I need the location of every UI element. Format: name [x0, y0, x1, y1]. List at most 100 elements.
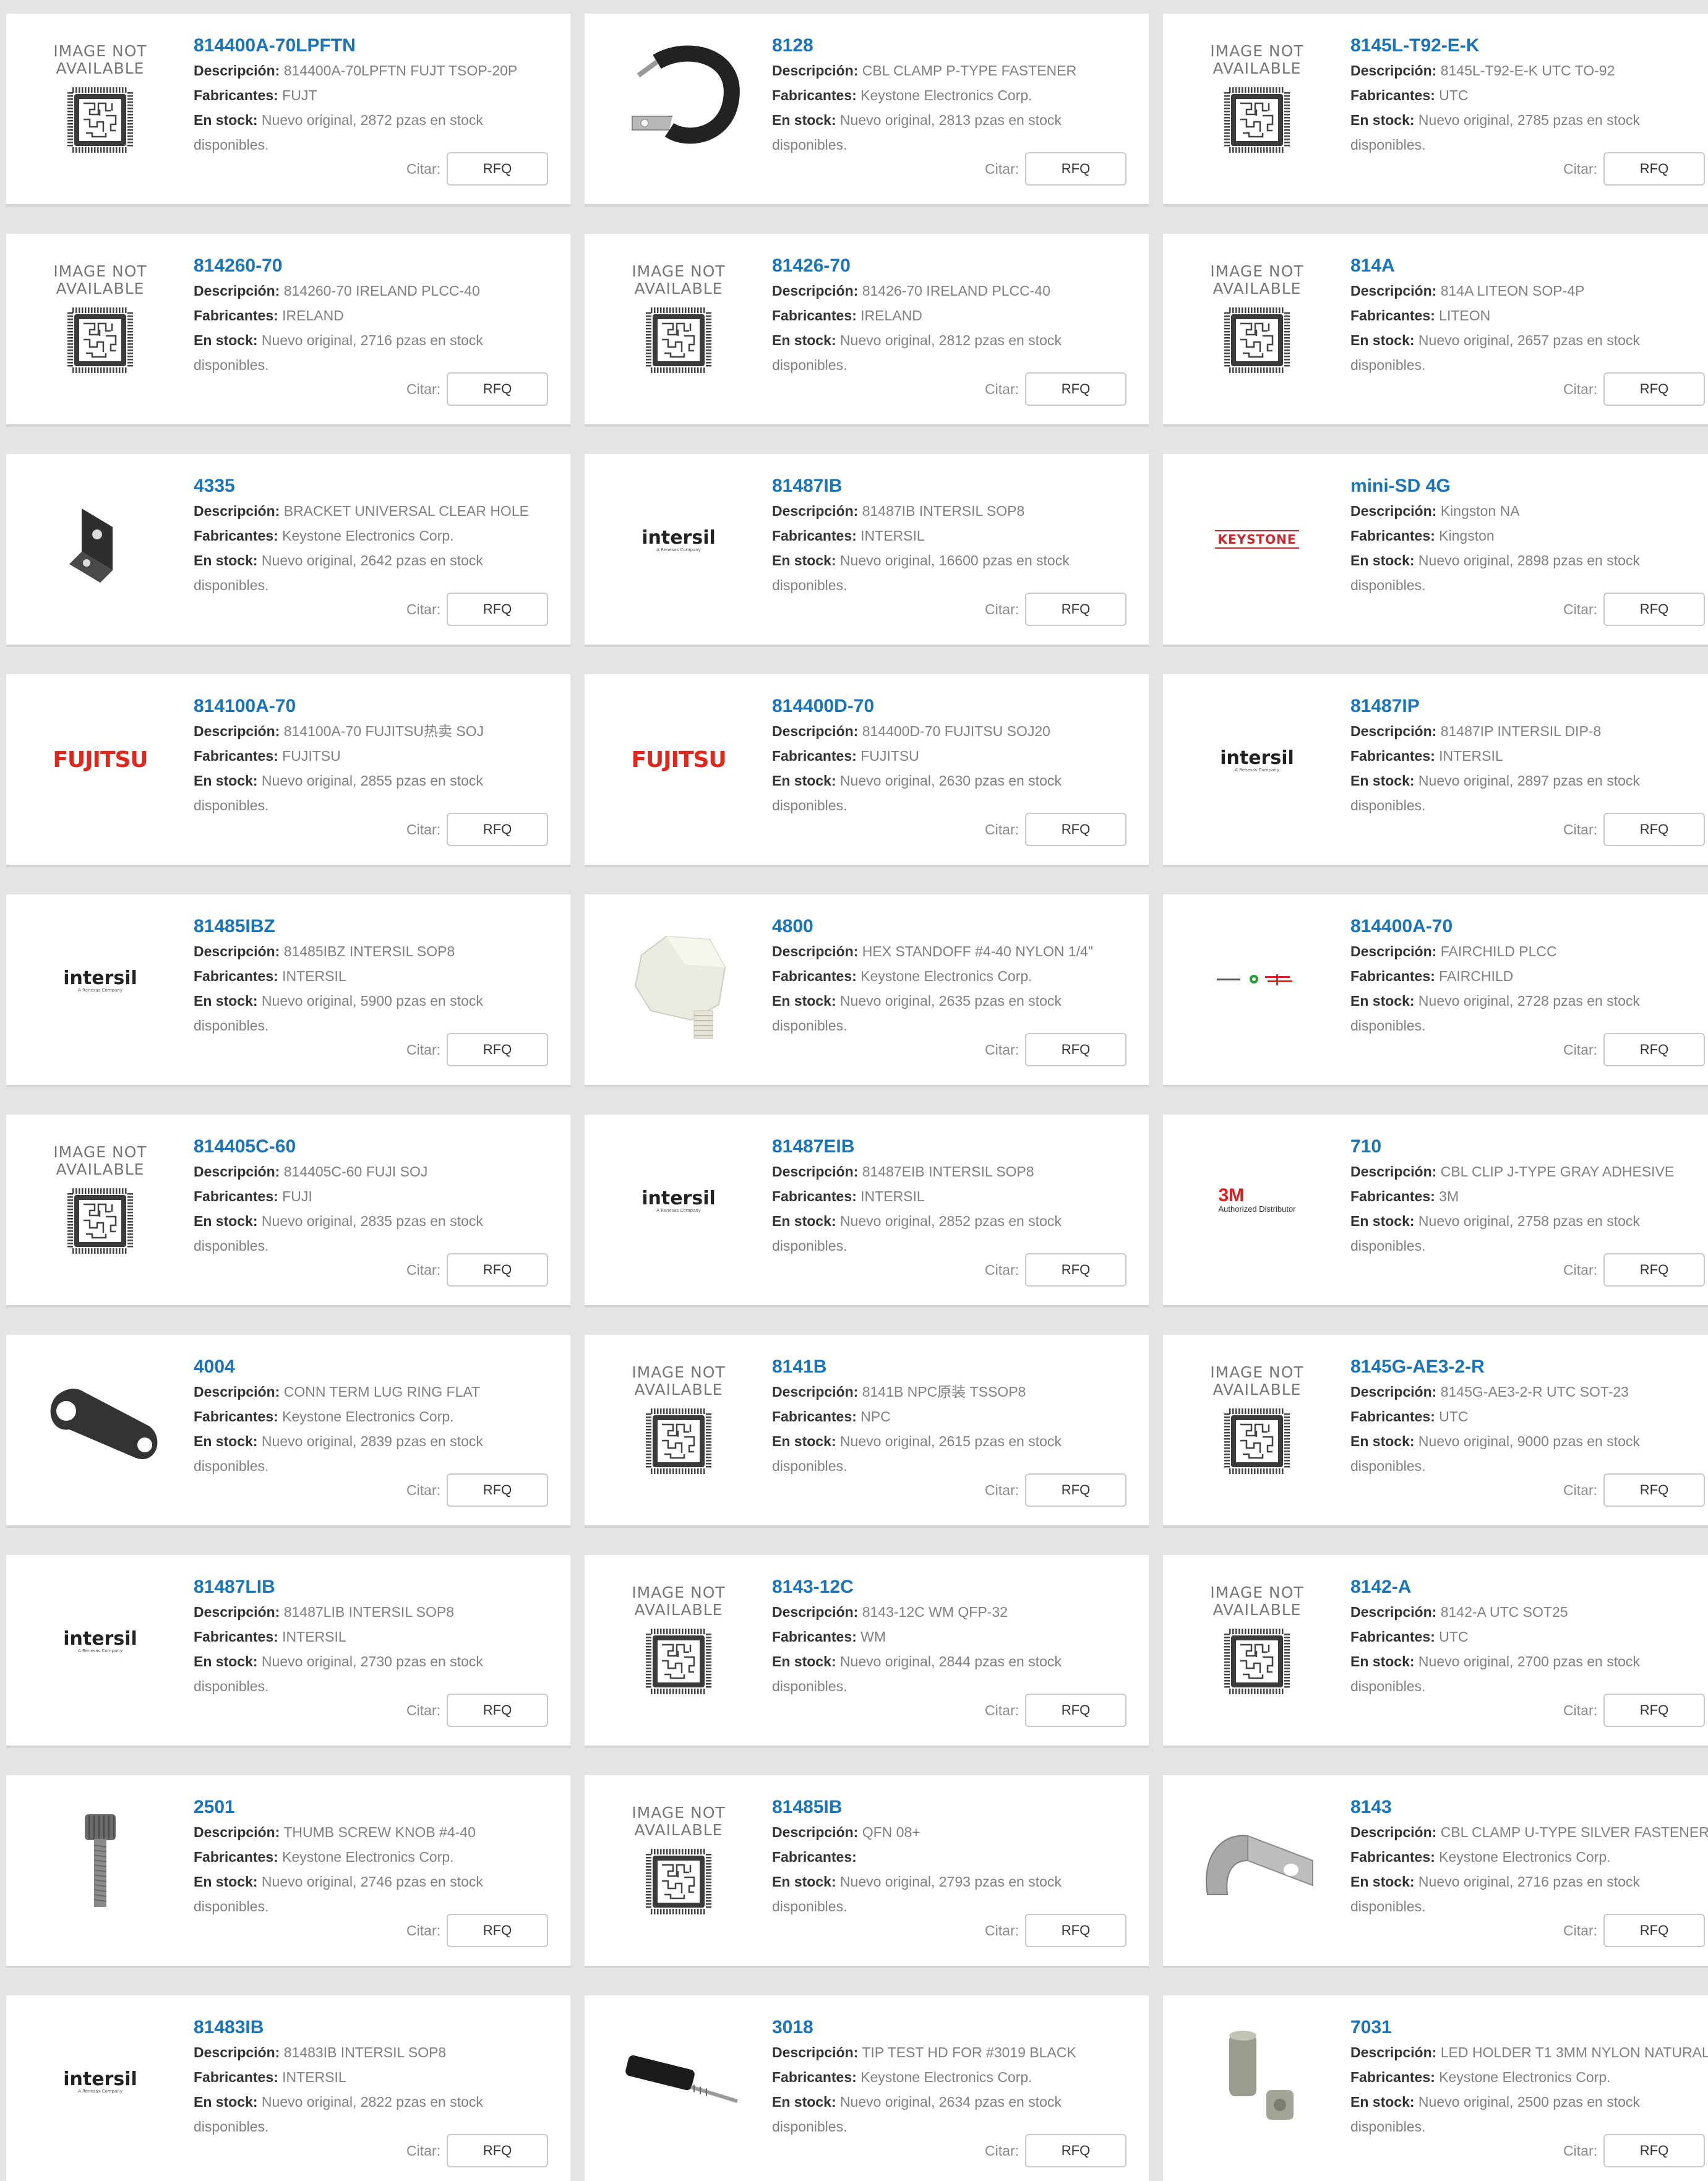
rfq-button[interactable]: RFQ — [447, 1694, 548, 1727]
quote-label: Citar: — [985, 1261, 1019, 1278]
product-image[interactable]: IMAGE NOT AVAILABLE — [1188, 1358, 1326, 1482]
product-image[interactable]: intersil A Renesas Company — [31, 1579, 170, 1702]
part-number-link[interactable]: 8145G-AE3-2-R — [1350, 1355, 1708, 1379]
part-number-link[interactable]: 81487LIB — [194, 1575, 564, 1600]
rfq-button[interactable]: RFQ — [1025, 813, 1127, 846]
part-number-link[interactable]: 814400D-70 — [772, 694, 1143, 719]
part-number-link[interactable]: 814100A-70 — [194, 694, 564, 719]
product-image[interactable]: IMAGE NOT AVAILABLE — [609, 1579, 748, 1702]
product-image[interactable]: IMAGE NOT AVAILABLE — [31, 257, 170, 381]
rfq-button[interactable]: RFQ — [1603, 372, 1705, 406]
part-number-link[interactable]: 81485IB — [772, 1795, 1143, 1820]
product-image[interactable]: IMAGE NOT AVAILABLE — [1188, 37, 1326, 161]
rfq-button[interactable]: RFQ — [1025, 1473, 1127, 1507]
product-image[interactable]: 3M Authorized Distributor — [1188, 1138, 1326, 1262]
product-image[interactable]: intersil A Renesas Company — [31, 918, 170, 1042]
part-number-link[interactable]: 8143-12C — [772, 1575, 1143, 1600]
product-image[interactable] — [31, 1799, 170, 1922]
rfq-button[interactable]: RFQ — [1603, 593, 1705, 626]
product-image[interactable]: FUJITSU — [609, 698, 748, 821]
rfq-button[interactable]: RFQ — [447, 593, 548, 626]
part-number-link[interactable]: 81487IB — [772, 474, 1143, 499]
product-image[interactable]: IMAGE NOT AVAILABLE — [609, 1358, 748, 1482]
product-image[interactable]: KEYSTONE — [1188, 478, 1326, 601]
part-number-link[interactable]: 8145L-T92-E-K — [1350, 33, 1708, 58]
manufacturer-value: UTC — [1439, 1408, 1469, 1425]
rfq-button[interactable]: RFQ — [1025, 1033, 1127, 1066]
product-image[interactable]: IMAGE NOT AVAILABLE — [609, 257, 748, 381]
product-image[interactable]: intersil A Renesas Company — [31, 2019, 170, 2143]
quote-row: Citar: RFQ — [1563, 372, 1705, 406]
part-number-link[interactable]: 81483IB — [194, 2015, 564, 2040]
product-image[interactable] — [1188, 918, 1326, 1042]
part-number-link[interactable]: mini-SD 4G — [1350, 474, 1708, 499]
rfq-button[interactable]: RFQ — [447, 1473, 548, 1507]
part-number-link[interactable]: 7031 — [1350, 2015, 1708, 2040]
part-number-link[interactable]: 2501 — [194, 1795, 564, 1820]
rfq-button[interactable]: RFQ — [1025, 1694, 1127, 1727]
part-number-link[interactable]: 81426-70 — [772, 254, 1143, 278]
rfq-button[interactable]: RFQ — [1025, 372, 1127, 406]
part-number-link[interactable]: 710 — [1350, 1134, 1708, 1159]
rfq-button[interactable]: RFQ — [1025, 152, 1127, 186]
rfq-button[interactable]: RFQ — [1603, 1033, 1705, 1066]
part-number-link[interactable]: 4004 — [194, 1355, 564, 1379]
part-number-link[interactable]: 8143 — [1350, 1795, 1708, 1820]
part-number-link[interactable]: 81485IBZ — [194, 914, 564, 939]
product-image[interactable]: intersil A Renesas Company — [1188, 698, 1326, 821]
product-image[interactable]: IMAGE NOT AVAILABLE — [31, 1138, 170, 1262]
product-image[interactable] — [1188, 2019, 1326, 2143]
product-image[interactable]: intersil A Renesas Company — [609, 1138, 748, 1262]
rfq-button[interactable]: RFQ — [1025, 2134, 1127, 2167]
image-not-available-text: IMAGE NOT AVAILABLE — [53, 1143, 147, 1178]
product-image[interactable] — [609, 37, 748, 161]
description-value: 81487EIB INTERSIL SOP8 — [862, 1163, 1034, 1180]
rfq-button[interactable]: RFQ — [447, 1033, 548, 1066]
product-image[interactable]: IMAGE NOT AVAILABLE — [1188, 257, 1326, 381]
product-image[interactable]: FUJITSU — [31, 698, 170, 821]
rfq-button[interactable]: RFQ — [1603, 813, 1705, 846]
part-number-link[interactable]: 814A — [1350, 254, 1708, 278]
rfq-button[interactable]: RFQ — [1603, 1694, 1705, 1727]
part-number-link[interactable]: 81487EIB — [772, 1134, 1143, 1159]
part-number-link[interactable]: 814260-70 — [194, 254, 564, 278]
part-number-link[interactable]: 814400A-70LPFTN — [194, 33, 564, 58]
stock-line: En stock: Nuevo original, 2500 pzas en s… — [1350, 2089, 1697, 2139]
product-image[interactable] — [31, 478, 170, 601]
rfq-button[interactable]: RFQ — [1025, 1914, 1127, 1947]
part-number-link[interactable]: 4335 — [194, 474, 564, 499]
product-image[interactable]: IMAGE NOT AVAILABLE — [1188, 1579, 1326, 1702]
rfq-button[interactable]: RFQ — [1603, 1473, 1705, 1507]
chip-icon — [67, 87, 133, 153]
rfq-button[interactable]: RFQ — [447, 813, 548, 846]
part-number-link[interactable]: 4800 — [772, 914, 1143, 939]
product-image[interactable] — [609, 918, 748, 1042]
description-value: THUMB SCREW KNOB #4-40 — [283, 1824, 476, 1840]
rfq-button[interactable]: RFQ — [1025, 1253, 1127, 1287]
rfq-button[interactable]: RFQ — [447, 2134, 548, 2167]
part-number-link[interactable]: 8141B — [772, 1355, 1143, 1379]
part-number-link[interactable]: 8128 — [772, 33, 1143, 58]
rfq-button[interactable]: RFQ — [1025, 593, 1127, 626]
product-image[interactable]: intersil A Renesas Company — [609, 478, 748, 601]
rfq-button[interactable]: RFQ — [1603, 2134, 1705, 2167]
part-number-link[interactable]: 3018 — [772, 2015, 1143, 2040]
rfq-button[interactable]: RFQ — [447, 372, 548, 406]
product-image[interactable]: IMAGE NOT AVAILABLE — [609, 1799, 748, 1922]
product-image[interactable] — [609, 2019, 748, 2143]
product-image[interactable] — [1188, 1799, 1326, 1922]
rfq-button[interactable]: RFQ — [447, 152, 548, 186]
product-image[interactable]: IMAGE NOT AVAILABLE — [31, 37, 170, 161]
part-number-link[interactable]: 81487IP — [1350, 694, 1708, 719]
rfq-button[interactable]: RFQ — [1603, 152, 1705, 186]
part-number-link[interactable]: 8142-A — [1350, 1575, 1708, 1600]
part-number-link[interactable]: 814405C-60 — [194, 1134, 564, 1159]
rfq-button[interactable]: RFQ — [447, 1253, 548, 1287]
rfq-button[interactable]: RFQ — [447, 1914, 548, 1947]
rfq-button[interactable]: RFQ — [1603, 1253, 1705, 1287]
part-number-link[interactable]: 814400A-70 — [1350, 914, 1708, 939]
rfq-button[interactable]: RFQ — [1603, 1914, 1705, 1947]
product-image[interactable] — [31, 1358, 170, 1482]
chip-icon — [646, 1408, 711, 1474]
description-line: Descripción: 814260-70 IRELAND PLCC-40 — [194, 278, 564, 303]
